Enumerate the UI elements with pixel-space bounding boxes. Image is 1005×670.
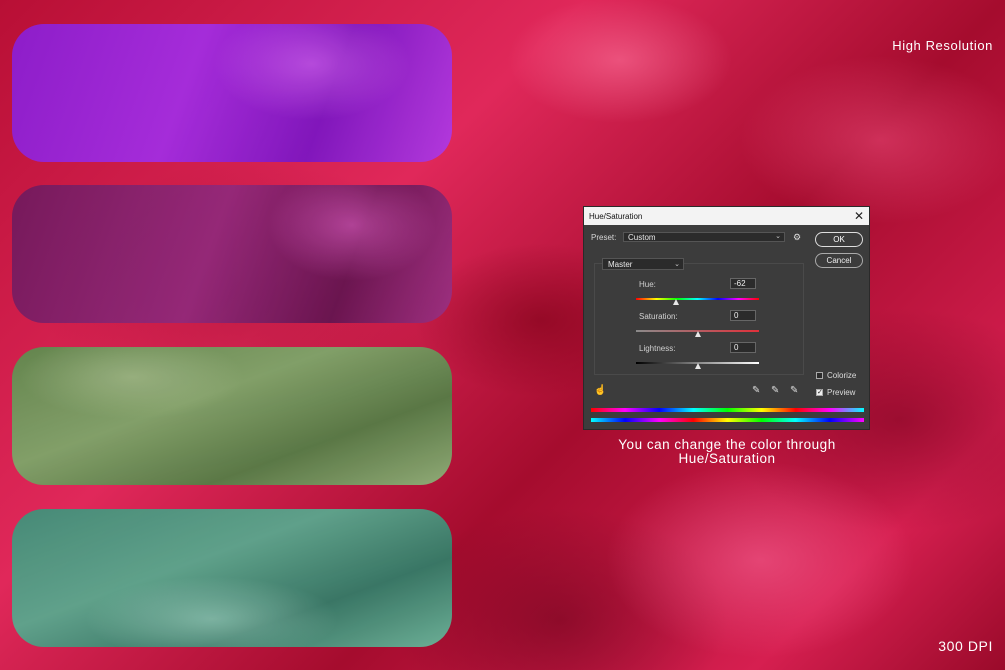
caption-line-2: Hue/Saturation (678, 451, 776, 466)
color-swatch-teal (12, 509, 452, 647)
close-icon[interactable]: ✕ (854, 209, 864, 223)
eyedropper-icon[interactable]: ✎ (752, 385, 760, 396)
gear-icon[interactable]: ⚙ (793, 232, 801, 243)
colorize-checkbox[interactable]: Colorize (816, 371, 856, 380)
ok-button[interactable]: OK (815, 232, 863, 247)
lightness-input[interactable]: 0 (730, 342, 756, 353)
color-range-bar-top (591, 408, 864, 412)
colorize-label: Colorize (827, 371, 857, 380)
color-range-bar-bottom (591, 418, 864, 422)
caption-line-1: You can change the color through (618, 437, 836, 452)
lightness-slider-thumb[interactable] (694, 363, 701, 369)
channel-value: Master (608, 260, 633, 269)
preview-checkbox[interactable]: ✓ Preview (816, 388, 855, 397)
dialog-titlebar[interactable]: Hue/Saturation ✕ (584, 207, 869, 225)
on-image-adjust-icon[interactable]: ☝ (594, 385, 606, 396)
chevron-down-icon: ⌄ (674, 261, 680, 268)
hue-label: Hue: (639, 280, 656, 289)
preset-dropdown[interactable]: Custom ⌄ (623, 232, 785, 242)
color-swatch-magenta (12, 185, 452, 323)
preset-value: Custom (628, 233, 656, 242)
preview-label: Preview (827, 388, 856, 397)
channel-dropdown[interactable]: Master ⌄ (602, 258, 684, 270)
hue-input[interactable]: -62 (730, 278, 756, 289)
colorize-box (816, 372, 823, 379)
preview-box: ✓ (816, 389, 823, 396)
adjustment-panel (594, 263, 804, 375)
saturation-slider-thumb[interactable] (694, 331, 701, 337)
caption: You can change the color through Hue/Sat… (583, 438, 871, 466)
color-swatch-purple (12, 24, 452, 162)
preset-label: Preset: (591, 233, 617, 242)
eyedropper-minus-icon[interactable]: ✎ (790, 385, 798, 396)
high-resolution-label: High Resolution (892, 38, 993, 53)
saturation-input[interactable]: 0 (730, 310, 756, 321)
hue-saturation-dialog: Hue/Saturation ✕ Preset: Custom ⌄ ⚙ OK C… (583, 206, 870, 430)
preset-row: Preset: (591, 233, 616, 242)
hue-track[interactable] (636, 298, 759, 300)
color-swatch-green (12, 347, 452, 485)
saturation-label: Saturation: (639, 312, 678, 321)
lightness-label: Lightness: (639, 344, 676, 353)
chevron-down-icon: ⌄ (775, 233, 781, 240)
dpi-label: 300 DPI (938, 638, 993, 654)
dialog-title: Hue/Saturation (589, 211, 643, 221)
eyedropper-plus-icon[interactable]: ✎ (771, 385, 779, 396)
hue-slider-thumb[interactable] (673, 299, 680, 305)
cancel-button[interactable]: Cancel (815, 253, 863, 268)
